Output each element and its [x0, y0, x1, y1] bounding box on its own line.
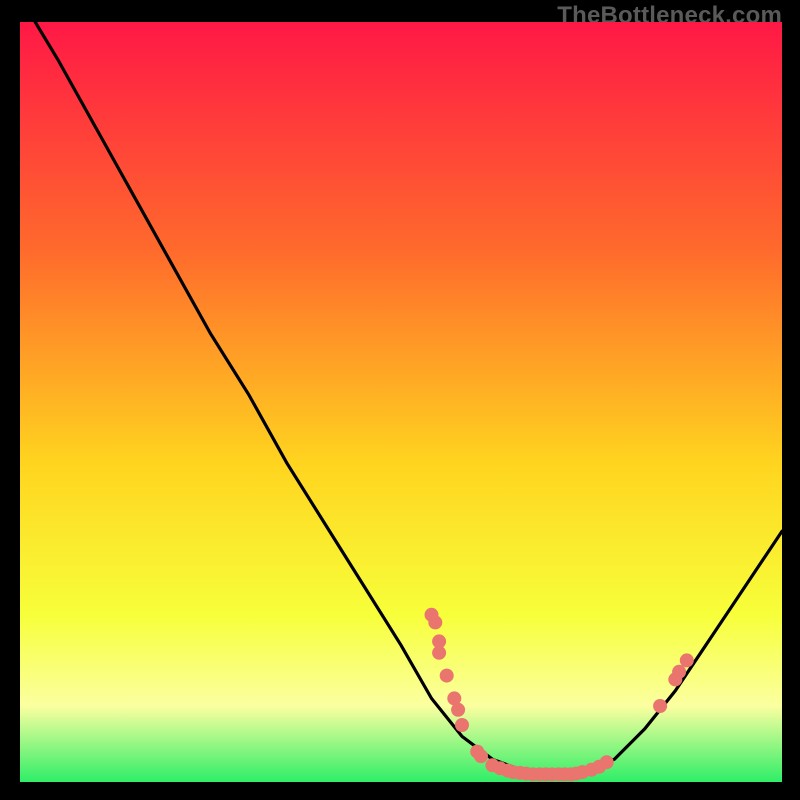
data-marker — [474, 749, 488, 763]
data-marker — [455, 718, 469, 732]
data-marker — [672, 665, 686, 679]
chart-container — [20, 22, 782, 782]
data-marker — [428, 615, 442, 629]
data-marker — [653, 699, 667, 713]
gradient-background — [20, 22, 782, 782]
data-marker — [440, 669, 454, 683]
bottleneck-chart — [20, 22, 782, 782]
data-marker — [600, 755, 614, 769]
data-marker — [451, 703, 465, 717]
data-marker — [432, 646, 446, 660]
data-marker — [680, 653, 694, 667]
